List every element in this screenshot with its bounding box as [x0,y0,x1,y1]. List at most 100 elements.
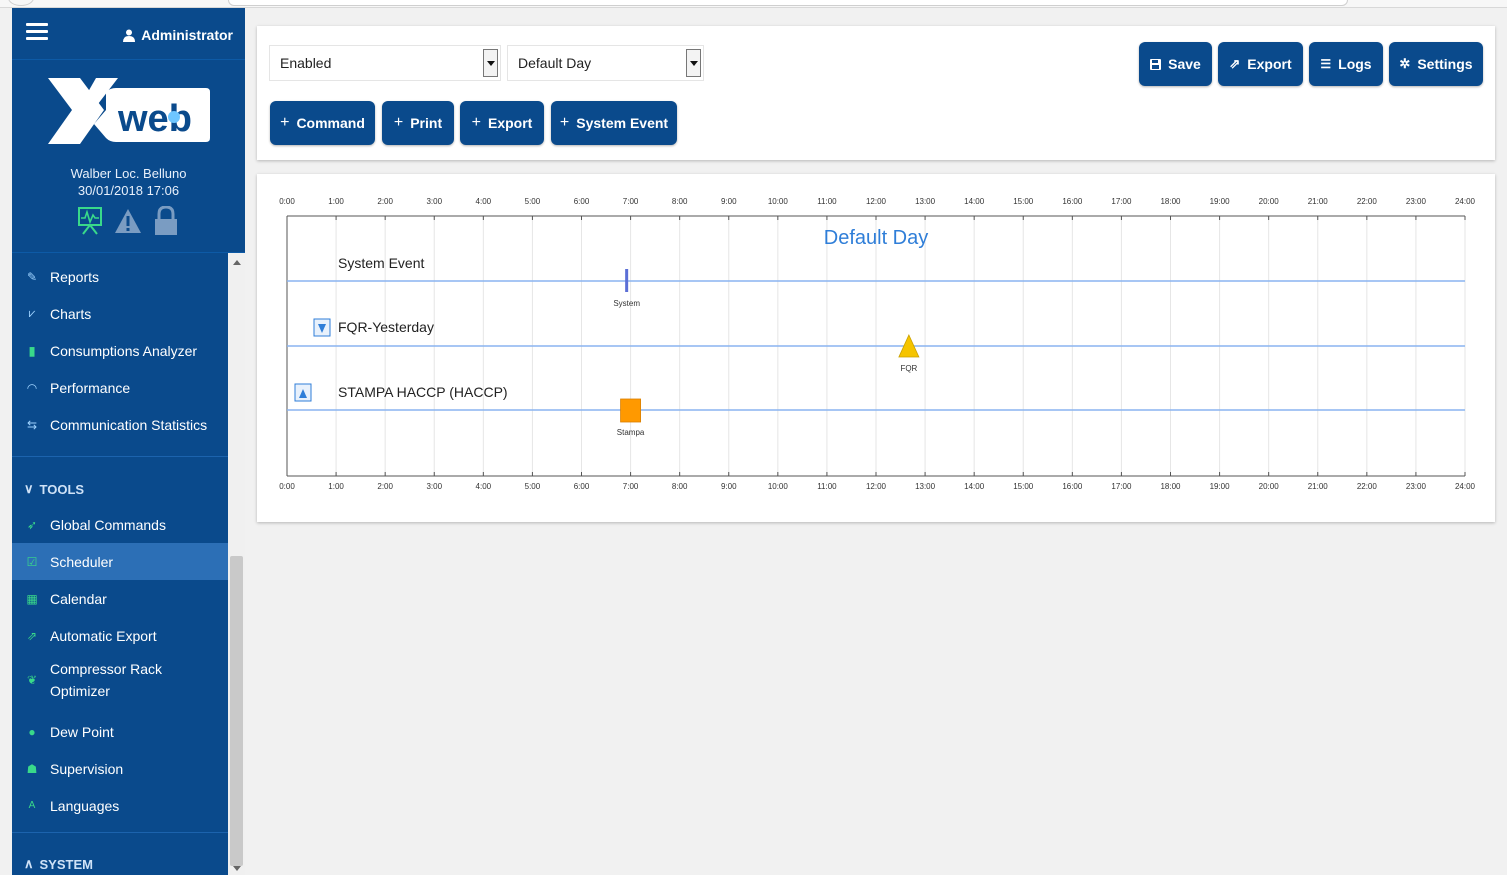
add-system-event-button[interactable]: + System Event [551,101,677,145]
top-tick-label: 21:00 [1308,197,1329,206]
monitor-alarm-icon[interactable] [78,207,102,235]
bottom-tick-label: 16:00 [1062,482,1083,491]
sidebar-item-dew-point[interactable]: ● Dew Point [12,713,228,750]
rocket-icon: ➶ [26,517,38,532]
reports-icon: ✎ [26,269,38,284]
event-label: System [613,299,640,308]
sidebar-item-supervision[interactable]: ☗ Supervision [12,750,228,787]
top-tick-label: 8:00 [672,197,688,206]
row-label: STAMPA HACCP (HACCP) [338,384,508,400]
top-tick-label: 12:00 [866,197,887,206]
bottom-tick-label: 11:00 [817,482,837,491]
sidebar-item-label: Performance [50,379,131,396]
sidebar-item-charts[interactable]: ⩗ Charts [12,295,228,332]
sidebar-item-scheduler[interactable]: ☑ Scheduler [12,543,228,580]
export-button-label: Export [1247,56,1292,72]
day-select[interactable]: Default Day [507,45,704,81]
event-marker-stampa[interactable] [620,398,641,423]
charts-icon: ⩗ [28,306,36,320]
add-system-event-label: System Event [576,115,669,131]
menu-separator [12,456,228,457]
sidebar-item-communication-statistics[interactable]: ⇆ Communication Statistics [12,406,228,443]
dropdown-arrow-icon[interactable] [686,49,701,77]
top-tick-label: 9:00 [721,197,737,206]
scroll-up-arrow-icon[interactable] [233,260,241,265]
add-export-button[interactable]: + Export [460,101,544,145]
sidebar: Administrator web Walber Loc. Belluno 30… [12,8,245,875]
top-tick-label: 2:00 [377,197,393,206]
warning-icon[interactable] [114,208,142,234]
menu-separator [12,832,228,833]
sidebar-item-global-commands[interactable]: ➶ Global Commands [12,506,228,543]
bottom-tick-label: 24:00 [1455,482,1476,491]
top-tick-label: 10:00 [768,197,789,206]
schedule-timeline-panel: 0:00 0:00 1:00 1:00 2:00 2:00 3:00 3:00 4:00 4:00… [257,174,1495,522]
top-tick-label: 16:00 [1062,197,1083,206]
browser-url-bar[interactable] [228,0,1348,6]
bottom-tick-label: 15:00 [1013,482,1034,491]
leaf-icon: ❦ [26,673,38,687]
plus-icon: + [471,114,481,131]
sidebar-divider [12,252,245,253]
sidebar-item-label: Scheduler [50,553,114,570]
add-print-button[interactable]: + Print [382,101,454,145]
plus-icon: + [280,114,290,131]
svg-text:web: web [117,98,192,140]
sidebar-item-label: Languages [50,797,120,814]
top-tick-label: 18:00 [1160,197,1181,206]
checkbox-icon: ☑ [26,554,38,569]
settings-button[interactable]: ✲ Settings [1389,42,1483,86]
bottom-tick-label: 5:00 [525,482,541,491]
sidebar-item-label: Dew Point [50,723,114,740]
browser-button[interactable] [8,0,34,6]
sidebar-item-performance[interactable]: ◠ Performance [12,369,228,406]
top-tick-label: 22:00 [1357,197,1378,206]
bottom-tick-label: 6:00 [574,482,590,491]
sidebar-item-consumptions-analyzer[interactable]: ▮ Consumptions Analyzer [12,332,228,369]
user-icon [123,29,136,42]
hamburger-menu-icon[interactable] [26,23,48,41]
scroll-down-arrow-icon[interactable] [233,866,241,871]
sidebar-item-reports[interactable]: ✎ Reports [12,258,228,295]
chevron-down-icon: ∨ [24,481,34,496]
sidebar-item-label: Communication Statistics [50,416,208,433]
plus-icon: + [393,114,404,131]
logs-button[interactable]: ☰ Logs [1309,42,1383,86]
event-marker-system[interactable] [625,269,629,292]
bottom-tick-label: 3:00 [426,482,442,491]
add-command-button[interactable]: + Command [270,101,375,145]
system-section-title: SYSTEM [39,856,93,872]
top-tick-label: 5:00 [525,197,541,206]
scheduler-toolbar: Enabled Default Day Save ⇗ Export ☰ Logs… [257,26,1495,160]
sidebar-item-automatic-export[interactable]: ⇗ Automatic Export [12,617,228,654]
sidebar-scroll-thumb[interactable] [230,556,243,866]
export-button[interactable]: ⇗ Export [1218,42,1303,86]
top-tick-label: 23:00 [1406,197,1427,206]
add-command-label: Command [296,115,365,131]
status-select[interactable]: Enabled [269,45,501,81]
dropdown-arrow-icon[interactable] [483,49,498,77]
save-button[interactable]: Save [1139,42,1212,86]
top-tick-label: 6:00 [574,197,590,206]
sidebar-item-compressor-rack-optimizer[interactable]: ❦ Compressor Rack Optimizer [12,654,228,706]
site-name: Walber Loc. Belluno [70,166,187,181]
sidebar-item-label: Reports [50,268,100,285]
top-tick-label: 14:00 [964,197,985,206]
user-menu[interactable]: Administrator [123,27,233,43]
system-section-header[interactable]: ∧ SYSTEM [24,856,93,872]
sidebar-item-languages[interactable]: A Languages [12,787,228,824]
tools-section-header[interactable]: ∨ TOOLS [24,481,84,497]
bottom-tick-label: 2:00 [377,482,393,491]
sidebar-item-calendar[interactable]: ▦ Calendar [12,580,228,617]
lock-icon[interactable] [154,206,178,236]
tools-section-title: TOOLS [39,481,85,497]
sidebar-item-label-block: Compressor Rack Optimizer [50,658,162,702]
sidebar-item-label: Compressor Rack [50,661,163,677]
row-label: System Event [338,255,424,271]
bottom-tick-label: 0:00 [279,482,295,491]
browser-strip [0,0,1507,8]
sidebar-item-label: Automatic Export [50,627,157,644]
top-tick-label: 0:00 [279,197,295,206]
top-tick-label: 19:00 [1210,197,1231,206]
site-datetime: 30/01/2018 17:06 [77,183,180,198]
